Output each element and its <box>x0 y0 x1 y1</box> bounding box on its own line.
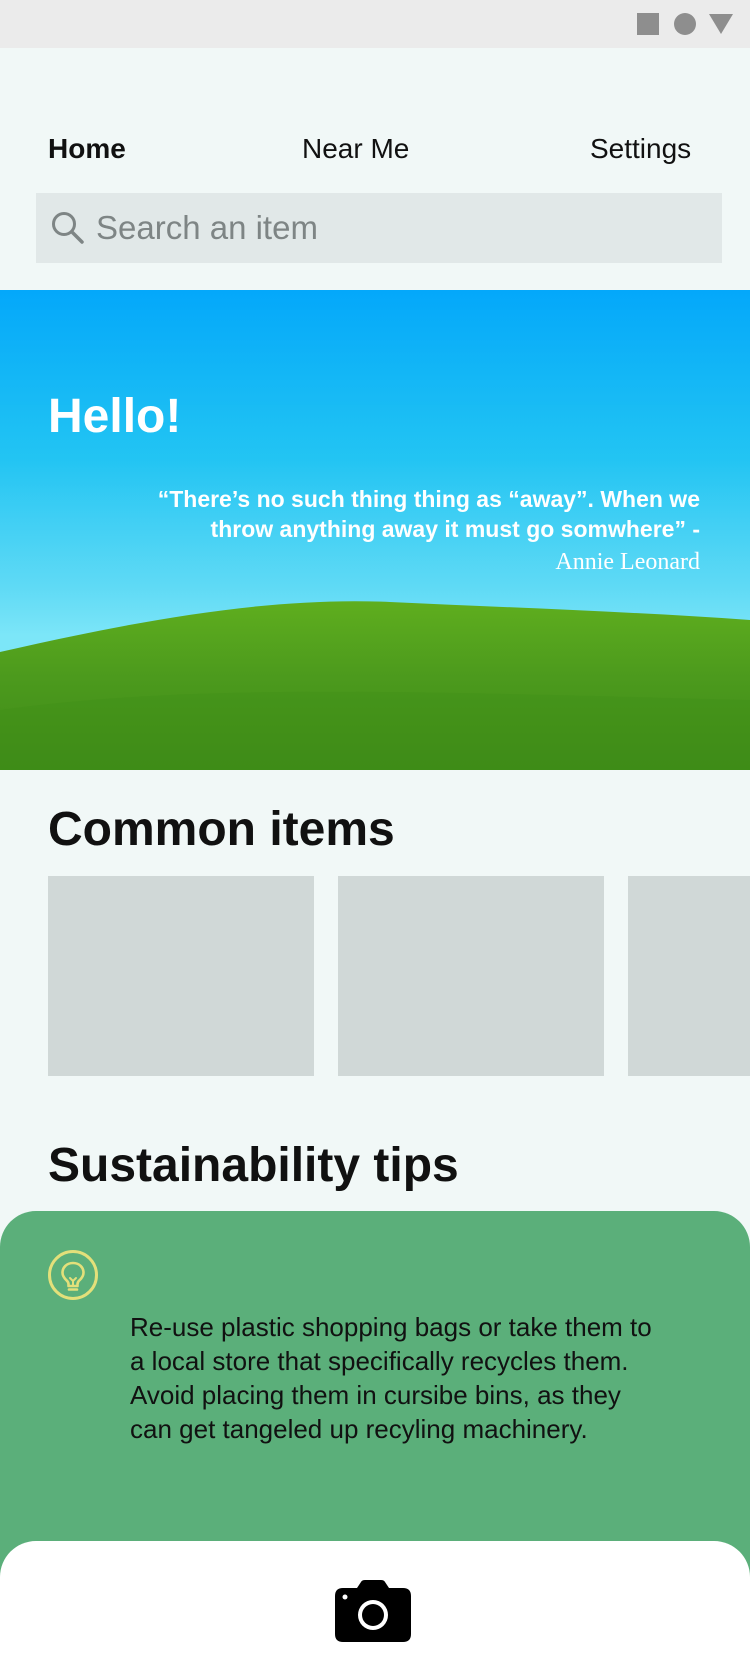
common-items-heading: Common items <box>48 803 395 856</box>
sustainability-tips-heading: Sustainability tips <box>48 1139 459 1192</box>
nav-settings[interactable]: Settings <box>590 131 691 167</box>
nav-near-me[interactable]: Near Me <box>302 131 409 167</box>
search-icon <box>52 212 84 244</box>
common-item-card[interactable] <box>628 876 750 1076</box>
triangle-icon <box>709 14 733 34</box>
app-screen: Home Near Me Settings Search an item Hel… <box>0 0 750 1666</box>
camera-icon[interactable] <box>335 1580 411 1642</box>
hero-quote: “There’s no such thing thing as “away”. … <box>157 486 700 542</box>
hero-quote-author: Annie Leonard <box>555 549 700 575</box>
search-input[interactable] <box>96 193 706 263</box>
lightbulb-icon <box>48 1250 98 1300</box>
search-bar[interactable] <box>36 193 722 263</box>
nav-home[interactable]: Home <box>48 131 126 167</box>
status-bar <box>0 0 750 48</box>
circle-icon <box>674 13 696 35</box>
square-icon <box>637 13 659 35</box>
tip-text: Re-use plastic shopping bags or take the… <box>130 1312 652 1444</box>
common-item-card[interactable] <box>338 876 604 1076</box>
hero-title: Hello! <box>48 390 182 443</box>
common-item-card[interactable] <box>48 876 314 1076</box>
